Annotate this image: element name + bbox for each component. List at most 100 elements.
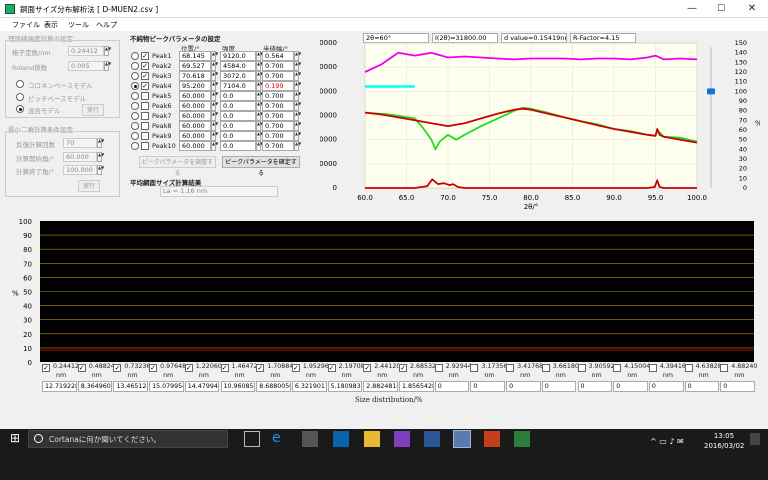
peak-intensity-spinner[interactable]: ▲▼ [256, 141, 263, 151]
peak-intensity-input[interactable]: 4584.0 [220, 61, 256, 71]
peak-intensity-input[interactable]: 0.0 [220, 121, 256, 131]
peak-intensity-spinner[interactable]: ▲▼ [256, 81, 263, 91]
task-view-icon[interactable] [244, 431, 260, 447]
lattice-input[interactable]: 0.24412 [68, 46, 104, 56]
start-angle-input[interactable]: 60.000 [63, 152, 97, 162]
peak-position-input[interactable]: 60.000 [179, 141, 211, 151]
peak-fwhm-spinner[interactable]: ▲▼ [294, 71, 301, 81]
size-bin-checkbox[interactable] [720, 364, 729, 372]
peak-select-radio[interactable] [131, 82, 139, 90]
peak-fwhm-spinner[interactable]: ▲▼ [294, 101, 301, 111]
peak-position-input[interactable]: 60.000 [179, 121, 211, 131]
peak-position-spinner[interactable]: ▲▼ [211, 141, 218, 151]
peak-position-spinner[interactable]: ▲▼ [211, 121, 218, 131]
size-bin-checkbox[interactable] [541, 364, 550, 372]
peak-fwhm-spinner[interactable]: ▲▼ [294, 141, 301, 151]
iter-input[interactable]: 70 [63, 138, 97, 148]
peak-fwhm-input[interactable]: 0.700 [262, 101, 294, 111]
peak-select-radio[interactable] [131, 102, 139, 110]
lattice-spinner[interactable]: ▲▼ [104, 46, 111, 56]
peak-intensity-input[interactable]: 0.0 [220, 141, 256, 151]
peak-intensity-input[interactable]: 3072.0 [220, 71, 256, 81]
peak-enable-checkbox[interactable]: ✓ [141, 82, 149, 90]
peak-position-spinner[interactable]: ▲▼ [211, 71, 218, 81]
peak-position-input[interactable]: 60.000 [179, 111, 211, 121]
peak-enable-checkbox[interactable]: ✓ [141, 62, 149, 70]
peak-select-radio[interactable] [131, 52, 139, 60]
peak-position-spinner[interactable]: ▲▼ [211, 111, 218, 121]
size-bin-checkbox[interactable] [613, 364, 622, 372]
clock-time[interactable]: 13:05 [704, 432, 744, 440]
excel-icon[interactable] [514, 431, 530, 447]
peak-intensity-spinner[interactable]: ▲▼ [256, 71, 263, 81]
peak-fwhm-spinner[interactable]: ▲▼ [294, 121, 301, 131]
peak-intensity-input[interactable]: 0.0 [220, 101, 256, 111]
menu-help[interactable]: ヘルプ [96, 20, 117, 30]
peak-fwhm-spinner[interactable]: ▲▼ [294, 111, 301, 121]
tray-icons[interactable]: ^ ▭ ♪ ✉ [650, 437, 684, 446]
size-bin-checkbox[interactable] [470, 364, 479, 372]
peak-fwhm-input[interactable]: 0.700 [262, 111, 294, 121]
explorer-icon[interactable] [364, 431, 380, 447]
peak-fwhm-input[interactable]: 0.700 [262, 141, 294, 151]
end-angle-spinner[interactable]: ▲▼ [97, 165, 104, 175]
roland-spinner[interactable]: ▲▼ [104, 61, 111, 71]
word-icon[interactable] [424, 431, 440, 447]
size-bin-checkbox[interactable] [506, 364, 515, 372]
peak-intensity-input[interactable]: 0.0 [220, 111, 256, 121]
peak-enable-checkbox[interactable] [141, 122, 149, 130]
peak-select-radio[interactable] [131, 62, 139, 70]
radio-mixed[interactable] [16, 105, 24, 113]
peak-position-input[interactable]: 60.000 [179, 131, 211, 141]
peak-position-spinner[interactable]: ▲▼ [211, 131, 218, 141]
peak-intensity-spinner[interactable]: ▲▼ [256, 91, 263, 101]
minimize-button[interactable]: — [677, 0, 707, 18]
visual-studio-icon[interactable] [394, 431, 410, 447]
peak-enable-checkbox[interactable]: ✓ [141, 52, 149, 60]
peak-fwhm-input[interactable]: 0.700 [262, 91, 294, 101]
menu-tools[interactable]: ツール [68, 20, 89, 30]
peak-select-radio[interactable] [131, 72, 139, 80]
peak-enable-checkbox[interactable] [141, 142, 149, 150]
peak-enable-checkbox[interactable] [141, 132, 149, 140]
peak-intensity-input[interactable]: 7104.0 [220, 81, 256, 91]
size-bin-checkbox[interactable] [434, 364, 443, 372]
radio-pitch[interactable] [16, 93, 24, 101]
start-angle-spinner[interactable]: ▲▼ [97, 152, 104, 162]
run-button-1[interactable]: 実行 [82, 104, 104, 116]
peak-intensity-spinner[interactable]: ▲▼ [256, 61, 263, 71]
peak-enable-checkbox[interactable]: ✓ [141, 72, 149, 80]
peak-select-radio[interactable] [131, 92, 139, 100]
notification-icon[interactable] [750, 433, 760, 445]
peak-fwhm-spinner[interactable]: ▲▼ [294, 131, 301, 141]
run-button-2[interactable]: 実行 [78, 180, 100, 192]
peak-enable-checkbox[interactable] [141, 92, 149, 100]
peak-position-spinner[interactable]: ▲▼ [211, 91, 218, 101]
peak-fwhm-input[interactable]: 0.700 [262, 71, 294, 81]
peak-intensity-spinner[interactable]: ▲▼ [256, 121, 263, 131]
store-icon[interactable] [302, 431, 318, 447]
iter-spinner[interactable]: ▲▼ [97, 138, 104, 148]
peak-position-spinner[interactable]: ▲▼ [211, 101, 218, 111]
adjust-peak-button[interactable]: ピークパラメータを調整する [139, 156, 216, 177]
peak-fwhm-spinner[interactable]: ▲▼ [294, 91, 301, 101]
size-bin-checkbox[interactable]: ✓ [363, 364, 372, 372]
roland-input[interactable]: 0.005 [68, 61, 104, 71]
peak-intensity-spinner[interactable]: ▲▼ [256, 131, 263, 141]
size-bin-checkbox[interactable]: ✓ [42, 364, 50, 372]
peak-intensity-spinner[interactable]: ▲▼ [256, 111, 263, 121]
peak-position-input[interactable]: 60.000 [179, 101, 211, 111]
peak-position-input[interactable]: 69.527 [179, 61, 211, 71]
peak-position-spinner[interactable]: ▲▼ [211, 51, 218, 61]
menu-file[interactable]: ファイル [12, 20, 40, 30]
search-text[interactable]: Cortanaに何か聞いてください。 [49, 434, 161, 445]
edge-icon[interactable]: e [272, 431, 288, 447]
peak-select-radio[interactable] [131, 112, 139, 120]
size-bin-checkbox[interactable]: ✓ [220, 364, 229, 372]
peak-position-spinner[interactable]: ▲▼ [211, 81, 218, 91]
confirm-peak-button[interactable]: ピークパラメータを確定する [222, 156, 300, 177]
windows-start-icon[interactable]: ⊞ [10, 432, 22, 444]
size-bin-checkbox[interactable] [577, 364, 586, 372]
slider-thumb[interactable] [707, 88, 715, 95]
end-angle-input[interactable]: 100.000 [63, 165, 97, 175]
